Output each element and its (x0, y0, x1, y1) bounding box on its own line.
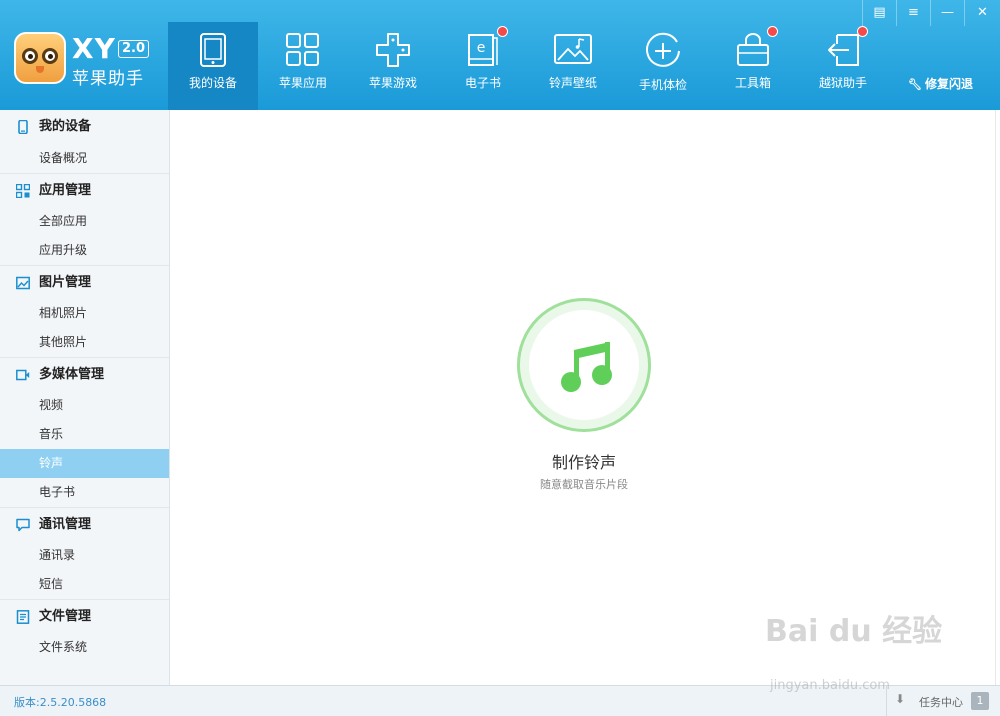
sidebar-group-title: 文件管理 (39, 609, 92, 624)
sidebar-group-picture-management[interactable]: 图片管理 (0, 265, 169, 299)
menu-icon: ≡ (908, 5, 919, 20)
nav-apple-games[interactable]: 苹果游戏 (348, 22, 438, 110)
nav-label: 电子书 (464, 76, 501, 90)
sidebar-item-video[interactable]: 视频 (0, 391, 169, 420)
checkup-icon (646, 32, 680, 67)
sidebar-group-file-management[interactable]: 文件管理 (0, 599, 169, 633)
sidebar-group-title: 多媒体管理 (39, 367, 105, 382)
sidebar: 我的设备 设备概况 应用管理 全部应用 应用升级 图片管理 相机照片 其他照片 … (0, 110, 170, 685)
nav-toolbox[interactable]: 工具箱 (708, 22, 798, 110)
jailbreak-icon (828, 34, 859, 66)
task-center-label: 任务中心 (919, 696, 963, 709)
sidebar-group-multimedia[interactable]: 多媒体管理 (0, 357, 169, 391)
tablet-icon (200, 33, 226, 67)
nav-label: 越狱助手 (818, 76, 867, 90)
repair-crash-button[interactable]: 🔧︎ 修复闪退 (908, 75, 973, 92)
video-camera-icon (16, 369, 30, 381)
window-controls: ▤ ≡ — ✕ (862, 0, 1000, 26)
toolbox-icon (737, 33, 769, 66)
make-ringtone-button[interactable] (517, 298, 651, 432)
skin-button[interactable]: ▤ (862, 0, 896, 26)
sidebar-item-file-system[interactable]: 文件系统 (0, 633, 169, 662)
make-ringtone-title[interactable]: 制作铃声 (471, 449, 697, 473)
sidebar-item-ringtone[interactable]: 铃声 (0, 449, 169, 478)
apps-icon (16, 184, 30, 198)
baidu-watermark: Bai du 经验 (765, 614, 943, 649)
brand-version: 2.0 (118, 40, 150, 58)
nav-phone-checkup[interactable]: 手机体检 (618, 22, 708, 110)
nav-label: 手机体检 (638, 78, 687, 92)
wrench-icon: 🔧︎ (908, 78, 922, 91)
nav-label: 铃声壁纸 (548, 76, 597, 90)
brand-short: XY (72, 32, 116, 65)
sidebar-item-contacts[interactable]: 通讯录 (0, 541, 169, 570)
menu-button[interactable]: ≡ (896, 0, 930, 26)
sidebar-group-communication[interactable]: 通讯管理 (0, 507, 169, 541)
sidebar-item-other-photos[interactable]: 其他照片 (0, 328, 169, 357)
sidebar-item-ebook[interactable]: 电子书 (0, 478, 169, 507)
phone-icon (18, 120, 28, 134)
minimize-icon: — (941, 5, 954, 20)
sidebar-group-title: 我的设备 (39, 119, 92, 134)
sidebar-item-camera-photos[interactable]: 相机照片 (0, 299, 169, 328)
close-icon: ✕ (977, 5, 988, 20)
sidebar-item-sms[interactable]: 短信 (0, 570, 169, 599)
notification-badge (767, 26, 778, 37)
sidebar-item-music[interactable]: 音乐 (0, 420, 169, 449)
download-arrow-icon: ⬇ (895, 692, 906, 706)
notification-badge (497, 26, 508, 37)
main-content: 制作铃声 随意截取音乐片段 (171, 110, 1000, 685)
repair-label: 修复闪退 (924, 77, 973, 91)
brand-name: 苹果助手 (72, 69, 144, 89)
sidebar-group-title: 图片管理 (39, 275, 92, 290)
sidebar-group-my-device[interactable]: 我的设备 (0, 110, 169, 144)
nav-label: 苹果应用 (278, 76, 327, 90)
wallpaper-icon (554, 34, 592, 64)
grid-icon (286, 33, 319, 66)
nav-apple-apps[interactable]: 苹果应用 (258, 22, 348, 110)
owl-logo-icon (14, 32, 66, 84)
sidebar-item-app-upgrade[interactable]: 应用升级 (0, 236, 169, 265)
notification-badge (857, 26, 868, 37)
nav-ringtone-wallpaper[interactable]: 铃声壁纸 (528, 22, 618, 110)
svg-text:e: e (477, 40, 486, 56)
task-center-button[interactable]: ⬇ 任务中心 1 (886, 686, 1000, 716)
sidebar-group-app-management[interactable]: 应用管理 (0, 173, 169, 207)
nav-my-device[interactable]: 我的设备 (168, 22, 258, 110)
nav-label: 我的设备 (188, 76, 237, 90)
gamepad-icon (376, 33, 410, 67)
music-note-icon (561, 342, 612, 392)
nav-jailbreak[interactable]: 越狱助手 (798, 22, 888, 110)
sidebar-item-device-overview[interactable]: 设备概况 (0, 144, 169, 173)
sidebar-group-title: 应用管理 (39, 183, 92, 198)
title-bar: XY 2.0 苹果助手 我的设备 苹果应用 苹果游戏 e 电子书 铃声壁纸 手机… (0, 0, 1000, 110)
close-button[interactable]: ✕ (964, 0, 1000, 26)
make-ringtone-subtitle: 随意截取音乐片段 (540, 478, 628, 491)
sidebar-item-all-apps[interactable]: 全部应用 (0, 207, 169, 236)
baidu-watermark-url: jingyan.baidu.com (770, 678, 890, 693)
version-label: 版本:2.5.20.5868 (14, 696, 107, 709)
sidebar-group-title: 通讯管理 (39, 517, 92, 532)
nav-label: 苹果游戏 (368, 76, 417, 90)
task-count-badge: 1 (971, 692, 989, 710)
nav-ebook[interactable]: e 电子书 (438, 22, 528, 110)
scrollbar-track[interactable] (995, 110, 1000, 685)
minimize-button[interactable]: — (930, 0, 964, 26)
nav-label: 工具箱 (734, 76, 771, 90)
picture-icon (16, 276, 30, 290)
ebook-icon: e (468, 34, 498, 66)
skin-icon: ▤ (873, 5, 886, 20)
file-icon (16, 610, 30, 624)
chat-icon (16, 518, 30, 532)
